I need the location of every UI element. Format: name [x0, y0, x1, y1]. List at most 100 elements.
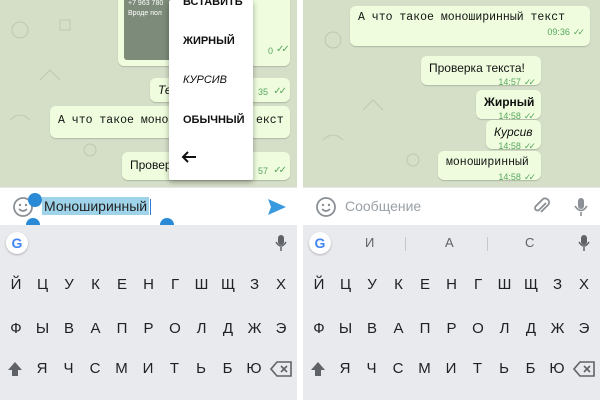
key[interactable]: Х — [572, 273, 596, 297]
key[interactable]: Д — [519, 317, 543, 341]
key[interactable]: Щ — [519, 273, 543, 297]
key[interactable]: З — [546, 273, 570, 297]
shift-icon[interactable] — [6, 360, 24, 378]
read-check-icon: ✓✓ — [273, 86, 287, 97]
key[interactable]: Г — [466, 273, 490, 297]
key[interactable]: Т — [466, 357, 490, 381]
key[interactable]: Ж — [546, 317, 570, 341]
key[interactable]: Ц — [334, 273, 358, 297]
key[interactable]: К — [84, 273, 108, 297]
google-icon[interactable]: G — [309, 232, 331, 254]
key[interactable]: И — [439, 357, 463, 381]
key[interactable]: Р — [137, 317, 161, 341]
key[interactable]: Щ — [216, 273, 240, 297]
menu-item-normal[interactable]: ОБЫЧНЫЙ — [183, 114, 245, 126]
send-icon[interactable] — [267, 198, 287, 216]
key[interactable]: С — [386, 357, 410, 381]
message-bubble[interactable]: Жирный 14:58 ✓✓ — [476, 90, 541, 121]
message-meta: 14:58 ✓✓ — [446, 172, 536, 182]
key[interactable]: О — [466, 317, 490, 341]
key[interactable]: Ь — [189, 357, 213, 381]
key[interactable]: М — [413, 357, 437, 381]
key[interactable]: Д — [216, 317, 240, 341]
key[interactable]: Ы — [31, 317, 55, 341]
selection-handle-start[interactable] — [28, 193, 42, 207]
menu-item-bold[interactable]: ЖИРНЫЙ — [183, 35, 235, 47]
key[interactable]: Ф — [307, 317, 331, 341]
message-bubble[interactable]: моноширинный 14:58 ✓✓ — [438, 151, 541, 182]
key[interactable]: Х — [269, 273, 293, 297]
key[interactable]: Б — [519, 357, 543, 381]
key[interactable]: З — [243, 273, 267, 297]
back-arrow-icon[interactable] — [181, 150, 197, 169]
suggestion-word[interactable]: С — [525, 235, 534, 250]
chat-area[interactable]: А что такое моноширинный текст 09:36 ✓✓ П… — [303, 0, 600, 187]
key[interactable]: Ь — [492, 357, 516, 381]
key[interactable]: К — [387, 273, 411, 297]
key[interactable]: Б — [216, 357, 240, 381]
backspace-icon[interactable] — [270, 361, 292, 377]
key[interactable]: Ф — [4, 317, 28, 341]
menu-item-paste[interactable]: ВСТАВИТЬ — [183, 0, 243, 8]
key[interactable]: В — [57, 317, 81, 341]
message-bubble[interactable]: Курсив 14:58 ✓✓ — [486, 120, 541, 151]
key[interactable]: Ж — [243, 317, 267, 341]
key[interactable]: Ч — [360, 357, 384, 381]
message-time: 14:57 — [498, 77, 521, 87]
key[interactable]: В — [360, 317, 384, 341]
message-text: Провер — [130, 158, 172, 172]
key[interactable]: Ы — [334, 317, 358, 341]
key[interactable]: Ш — [493, 273, 517, 297]
key[interactable]: Ю — [545, 357, 569, 381]
key[interactable]: Г — [163, 273, 187, 297]
keyboard-mic-icon[interactable] — [578, 234, 590, 252]
key[interactable]: А — [387, 317, 411, 341]
key[interactable]: Ц — [31, 273, 55, 297]
attach-icon[interactable] — [532, 197, 552, 217]
key[interactable]: Н — [137, 273, 161, 297]
key[interactable]: Т — [163, 357, 187, 381]
key[interactable]: П — [110, 317, 134, 341]
key[interactable]: И — [136, 357, 160, 381]
key[interactable]: Н — [440, 273, 464, 297]
key[interactable]: Я — [333, 357, 357, 381]
key[interactable]: У — [360, 273, 384, 297]
key[interactable]: Ч — [57, 357, 81, 381]
key[interactable]: Л — [190, 317, 214, 341]
shift-icon[interactable] — [309, 360, 327, 378]
key[interactable]: Я — [30, 357, 54, 381]
suggestion-word[interactable]: А — [445, 235, 454, 250]
message-input[interactable]: Моноширинный — [42, 197, 152, 216]
key[interactable]: Ю — [242, 357, 266, 381]
message-input-bar: Сообщение — [303, 187, 600, 225]
keyboard-mic-icon[interactable] — [275, 234, 287, 252]
key[interactable]: Э — [572, 317, 596, 341]
key[interactable]: Е — [413, 273, 437, 297]
key[interactable]: Л — [493, 317, 517, 341]
key[interactable]: С — [83, 357, 107, 381]
menu-item-italic[interactable]: КУРСИВ — [183, 74, 227, 86]
key[interactable]: Р — [440, 317, 464, 341]
key[interactable]: Й — [307, 273, 331, 297]
message-input[interactable]: Сообщение — [345, 198, 421, 214]
key[interactable]: Ш — [190, 273, 214, 297]
key[interactable]: М — [110, 357, 134, 381]
key[interactable]: Й — [4, 273, 28, 297]
message-text: Жирный — [484, 95, 535, 109]
chat-area[interactable]: +7 963 780 Вроде пол 0 ✓✓ Те 35 ✓✓ А что… — [0, 0, 297, 187]
selected-text: Моноширинный — [42, 197, 150, 215]
key[interactable]: Е — [110, 273, 134, 297]
emoji-icon[interactable] — [315, 196, 337, 218]
suggestion-word[interactable]: И — [365, 235, 374, 250]
key[interactable]: У — [57, 273, 81, 297]
message-bubble[interactable]: Проверка текста! 14:57 ✓✓ — [421, 56, 541, 87]
backspace-icon[interactable] — [573, 361, 595, 377]
message-bubble[interactable]: А что такое моноширинный текст 09:36 ✓✓ — [350, 6, 590, 46]
mic-icon[interactable] — [574, 197, 588, 217]
key[interactable]: О — [163, 317, 187, 341]
key[interactable]: П — [413, 317, 437, 341]
key[interactable]: А — [84, 317, 108, 341]
google-icon[interactable]: G — [6, 232, 28, 254]
key[interactable]: Э — [269, 317, 293, 341]
key-row-1: ЙЦУКЕНГШЩЗХ — [303, 273, 600, 297]
